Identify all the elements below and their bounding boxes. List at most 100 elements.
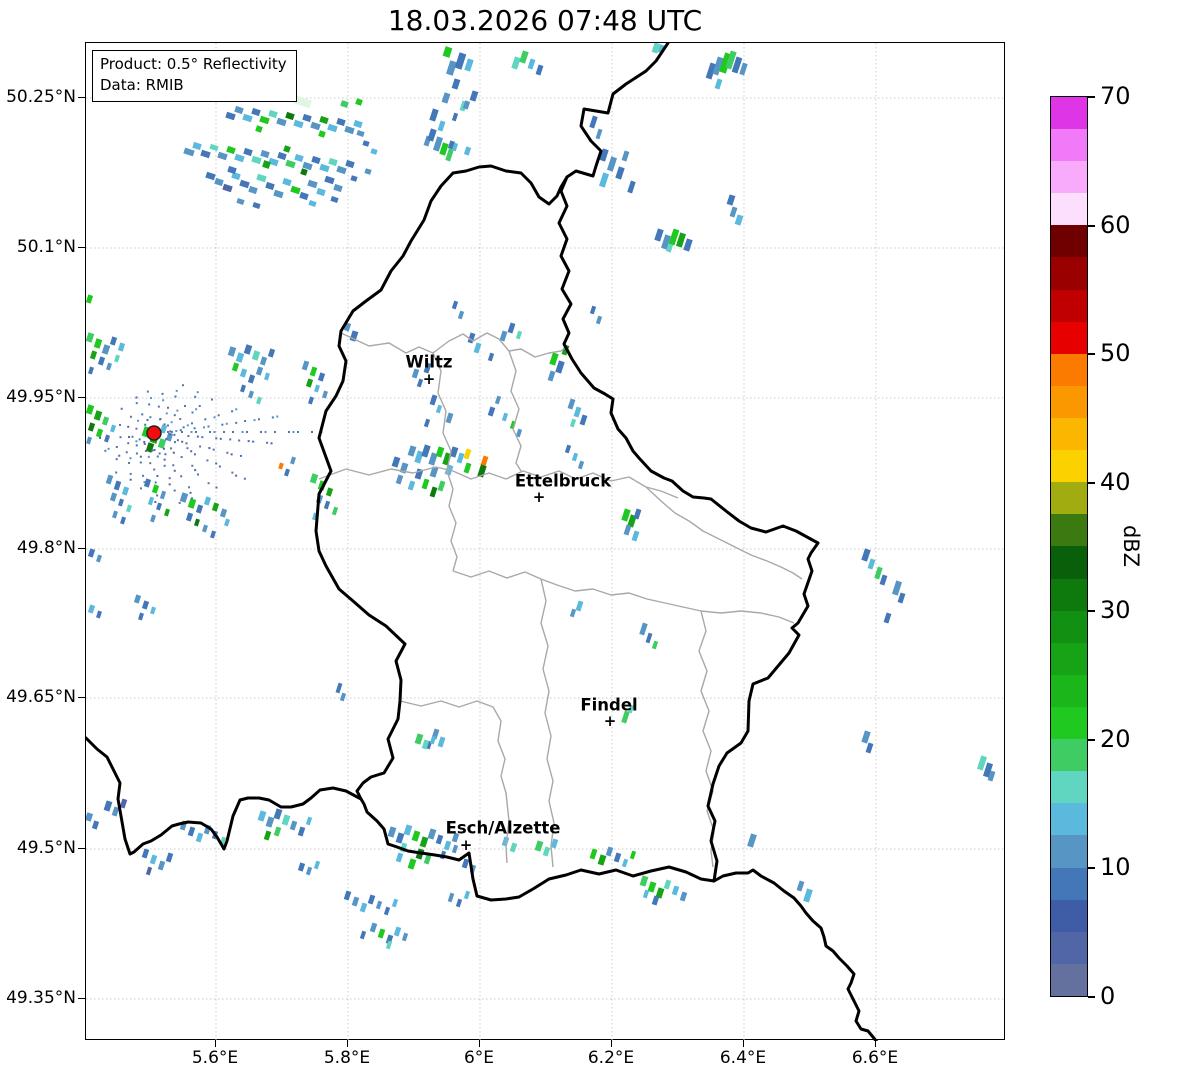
radar-echo-cell	[285, 111, 295, 121]
radar-echo-cell	[147, 496, 155, 506]
clutter-dot	[169, 447, 172, 450]
clutter-dot	[147, 455, 150, 458]
colorbar-segment	[1051, 707, 1087, 740]
x-tick-label: 6.6°E	[851, 1048, 899, 1068]
radar-echo-cell	[308, 396, 314, 405]
y-tick-label: 49.65°N	[6, 687, 76, 707]
radar-echo-cell	[248, 390, 254, 399]
y-tick-label: 50.1°N	[16, 237, 76, 257]
radar-echo-cell	[464, 58, 474, 72]
clutter-dot	[135, 402, 138, 405]
radar-echo-cell	[86, 294, 94, 304]
radar-echo-cell	[423, 418, 431, 428]
clutter-dot	[217, 414, 220, 417]
radar-echo-cell	[183, 147, 195, 157]
radar-echo-cell	[117, 342, 126, 352]
clutter-dot	[172, 451, 175, 454]
radar-echo-cell	[110, 424, 116, 433]
radar-echo-cell	[240, 384, 246, 393]
clutter-dot	[118, 454, 121, 457]
radar-echo-cell	[227, 346, 237, 357]
radar-echo-cell	[96, 554, 102, 563]
radar-echo-cell	[350, 175, 358, 182]
clutter-dot	[194, 469, 197, 472]
radar-echo-cell	[437, 736, 446, 748]
clutter-dot	[143, 442, 146, 445]
clutter-dot	[166, 424, 169, 427]
radar-echo-cell	[515, 330, 523, 340]
colorbar-segment	[1051, 129, 1087, 162]
radar-echo-cell	[252, 202, 261, 209]
clutter-dot	[201, 436, 204, 439]
clutter-dot	[288, 431, 290, 433]
radar-echo-cell	[663, 879, 672, 890]
radar-echo-cell	[651, 640, 659, 650]
radar-echo-cell	[328, 157, 338, 167]
radar-echo-cell	[631, 530, 640, 542]
radar-echo-cell	[865, 742, 874, 754]
radar-echo-cell	[331, 506, 339, 516]
radar-echo-cell	[282, 177, 292, 187]
colorbar-segment	[1051, 578, 1087, 611]
radar-echo-cell	[364, 168, 372, 175]
colorbar-segment	[1051, 96, 1087, 130]
radar-echo-cell	[387, 826, 397, 838]
radar-echo-cell	[879, 574, 888, 586]
radar-echo-cell	[319, 115, 329, 125]
radar-echo-cell	[395, 474, 404, 485]
colorbar-segment	[1051, 289, 1087, 322]
colorbar-segment	[1051, 161, 1087, 194]
district-border	[452, 570, 795, 624]
radar-echo-cell	[401, 932, 409, 942]
clutter-dot	[241, 431, 244, 433]
clutter-dot	[260, 431, 262, 433]
clutter-dot	[129, 478, 132, 481]
clutter-dot	[127, 425, 130, 428]
clutter-dot	[215, 486, 218, 489]
colorbar-segment	[1051, 610, 1087, 643]
radar-echo-cell	[211, 502, 220, 512]
radar-echo-cell	[300, 168, 308, 176]
radar-echo-cell	[325, 487, 334, 497]
radar-echo-cell	[205, 171, 216, 181]
clutter-dot	[139, 461, 142, 464]
radar-echo-cell	[340, 100, 349, 108]
clutter-dot	[157, 405, 160, 408]
radar-echo-cell	[419, 836, 429, 848]
radar-echo-cell	[437, 120, 446, 132]
radar-echo-cell	[356, 130, 365, 137]
x-tick-label: 6.4°E	[719, 1048, 767, 1068]
radar-echo-cell	[285, 159, 296, 169]
clutter-dot	[167, 431, 169, 433]
clutter-dot	[311, 431, 313, 433]
radar-echo-cell	[257, 810, 267, 822]
radar-echo-cell	[263, 830, 272, 841]
radar-echo-cell	[534, 840, 544, 852]
radar-echo-cell	[333, 183, 343, 193]
radar-echo-cell	[319, 163, 330, 173]
radar-echo-cell	[511, 56, 521, 70]
x-tick-label: 5.6°E	[191, 1048, 239, 1068]
clutter-dot	[168, 483, 171, 486]
radar-echo-cell	[109, 336, 118, 346]
data-source-line: Data: RMIB	[100, 76, 184, 94]
radar-echo-cell	[589, 115, 598, 129]
radar-echo-cell	[185, 512, 194, 522]
clutter-dot	[196, 391, 199, 394]
radar-echo-cell	[597, 854, 607, 866]
radar-echo-cell	[463, 146, 472, 156]
radar-echo-cell	[507, 322, 516, 334]
radar-echo-cell	[451, 78, 461, 90]
radar-echo-cell	[339, 692, 347, 702]
clutter-dot	[154, 481, 157, 484]
radar-echo-cell	[322, 390, 328, 399]
clutter-dot	[221, 423, 224, 426]
clutter-dot	[143, 440, 146, 443]
clutter-dot	[195, 408, 198, 411]
clutter-dot	[149, 462, 152, 465]
clutter-dot	[195, 431, 197, 433]
clutter-dot	[235, 474, 238, 477]
radar-echo-cell	[330, 196, 339, 203]
colorbar-title: dBZ	[1119, 524, 1143, 568]
radar-echo-cell	[411, 830, 421, 842]
